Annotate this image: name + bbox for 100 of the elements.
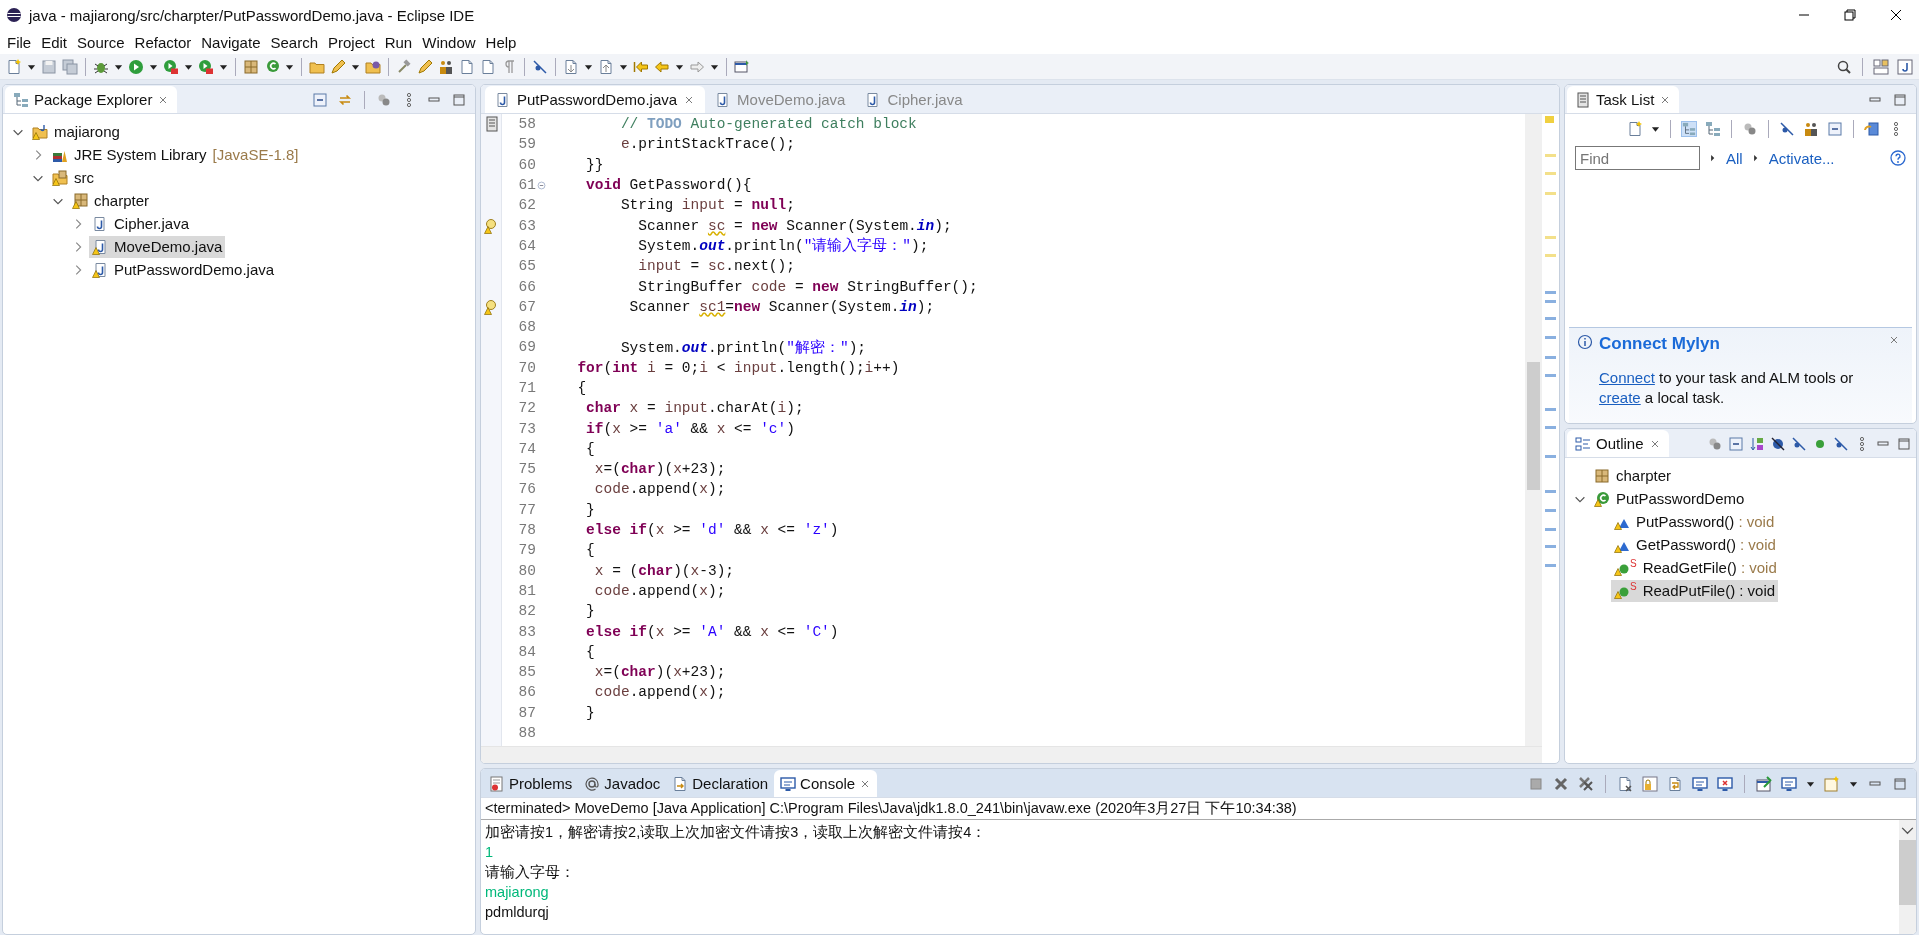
tree-item[interactable]: JRE System Library [JavaSE-1.8] (49, 143, 302, 166)
tree-item[interactable]: Cipher.java (89, 212, 193, 235)
collapse-all-icon[interactable] (312, 91, 328, 108)
search-icon[interactable] (1836, 58, 1852, 75)
menu-item[interactable]: Search (265, 33, 323, 51)
new-task-icon[interactable] (1627, 121, 1643, 137)
info-icon (1577, 334, 1593, 350)
link[interactable]: All (1726, 149, 1743, 167)
next-annotation-icon[interactable] (563, 58, 579, 75)
menu-item[interactable]: Project (323, 33, 380, 51)
menu-item[interactable]: Window (417, 33, 481, 51)
view-tab[interactable]: Javadoc (578, 770, 667, 797)
page-icon[interactable] (459, 58, 475, 75)
remove-all-icon[interactable] (1578, 775, 1594, 792)
editor-tab[interactable]: PutPasswordDemo.java (485, 86, 706, 113)
window-icon[interactable] (734, 58, 750, 75)
java-perspective-icon[interactable] (1897, 58, 1913, 75)
people-icon[interactable] (1803, 121, 1819, 137)
highlight-icon[interactable] (532, 58, 548, 75)
scrollbar-thumb[interactable] (1899, 840, 1916, 905)
pencil-icon[interactable] (417, 58, 433, 75)
menu-item[interactable]: Help (480, 33, 522, 51)
tree-item[interactable]: S ReadPutFile() : void (1611, 579, 1779, 602)
link[interactable]: Connect (1599, 368, 1655, 386)
collapse-all-icon[interactable] (1728, 435, 1744, 452)
save-all-icon[interactable] (62, 58, 78, 75)
find-field[interactable]: Find (1575, 146, 1700, 170)
vertical-scrollbar[interactable] (1899, 820, 1916, 934)
horizontal-scrollbar[interactable] (481, 746, 1542, 763)
run-icon[interactable] (128, 58, 144, 75)
java-file-icon (495, 91, 511, 108)
clear-console-icon[interactable] (1617, 775, 1633, 792)
view-tab[interactable]: Task List (1567, 86, 1680, 113)
view-tab[interactable]: Package Explorer (5, 86, 178, 113)
menu-item[interactable]: Edit (36, 33, 73, 51)
people-icon[interactable] (438, 58, 454, 75)
pencil-icon[interactable] (330, 58, 346, 75)
hide-fields-icon[interactable] (1770, 435, 1786, 452)
console-error-icon[interactable] (1717, 775, 1733, 792)
maximize-icon[interactable] (451, 91, 467, 108)
view-tab[interactable]: Problems (483, 770, 579, 797)
stop-icon[interactable] (1528, 775, 1544, 792)
tree-item[interactable]: majiarong (29, 120, 123, 143)
maximize-icon[interactable] (1896, 435, 1912, 452)
perspective-icon[interactable] (1873, 58, 1889, 75)
run-box-icon[interactable] (163, 58, 179, 75)
menu-item[interactable]: File (2, 33, 37, 51)
menu-item[interactable]: Run (379, 33, 418, 51)
tree-item[interactable]: charpter (1591, 464, 1675, 487)
code-line: e.printStackTrace(); (619, 136, 795, 153)
package-icon[interactable] (243, 58, 259, 75)
menu-item[interactable]: Source (72, 33, 130, 51)
scroll-lock-icon[interactable] (1642, 775, 1658, 792)
view-tab[interactable]: Declaration (666, 770, 775, 797)
remove-icon[interactable] (1553, 775, 1569, 792)
restore-icon[interactable] (1842, 7, 1858, 23)
display-icon[interactable] (1781, 775, 1797, 792)
scrollbar-thumb[interactable] (1527, 362, 1540, 490)
sync-icon[interactable] (1864, 121, 1880, 137)
problems-icon (489, 775, 505, 792)
link[interactable]: create (1599, 388, 1641, 406)
close-icon[interactable] (1888, 7, 1904, 23)
tree-item[interactable]: PutPasswordDemo.java (89, 258, 278, 281)
tree-item[interactable]: MoveDemo.java (89, 235, 226, 258)
library-version: [JavaSE-1.8] (212, 146, 299, 163)
link[interactable]: Activate... (1768, 149, 1835, 167)
new-file-icon[interactable] (6, 58, 22, 75)
hammer-icon[interactable] (396, 58, 412, 75)
maximize-icon[interactable] (1892, 91, 1908, 108)
menu-item[interactable]: Refactor (129, 33, 197, 51)
view-tab[interactable]: Outline (1567, 430, 1669, 457)
previous-annotation-icon[interactable] (598, 58, 614, 75)
fold-collapse-icon[interactable] (536, 179, 547, 191)
page-icon[interactable] (480, 58, 496, 75)
run-box-icon[interactable] (198, 58, 214, 75)
vertical-scrollbar[interactable] (1525, 114, 1542, 746)
view-tab[interactable]: Console (774, 770, 878, 797)
return-type: : void (1740, 536, 1776, 553)
static-mark: S (1630, 580, 1637, 592)
tree-item[interactable]: PutPassword() : void (1611, 510, 1778, 533)
pin-icon[interactable] (1756, 775, 1772, 792)
word-wrap-icon[interactable] (1667, 775, 1683, 792)
help-icon[interactable] (1890, 150, 1906, 166)
tree-item[interactable]: src (49, 166, 97, 189)
sort-icon[interactable] (1749, 435, 1765, 452)
filter-icon[interactable] (1742, 121, 1758, 137)
return-type: : void (1740, 559, 1777, 576)
line-number: 74 (517, 440, 536, 457)
collapse-all-icon[interactable] (1827, 121, 1843, 137)
tree-item[interactable]: charpter (69, 189, 153, 212)
tree-item[interactable]: S ReadGetFile() : void (1611, 556, 1780, 579)
console-output-icon[interactable] (1692, 775, 1708, 792)
class-icon[interactable] (264, 58, 280, 75)
code-line: if(x >= 'a' && x <= 'c') (585, 420, 795, 437)
tree-item[interactable]: GetPassword() : void (1611, 533, 1779, 556)
line-number: 61 (517, 177, 536, 194)
back-arrow-icon[interactable] (654, 58, 670, 75)
maximize-icon[interactable] (1892, 775, 1908, 792)
menu-item[interactable]: Navigate (196, 33, 266, 51)
tree-item[interactable]: PutPasswordDemo (1591, 487, 1748, 510)
